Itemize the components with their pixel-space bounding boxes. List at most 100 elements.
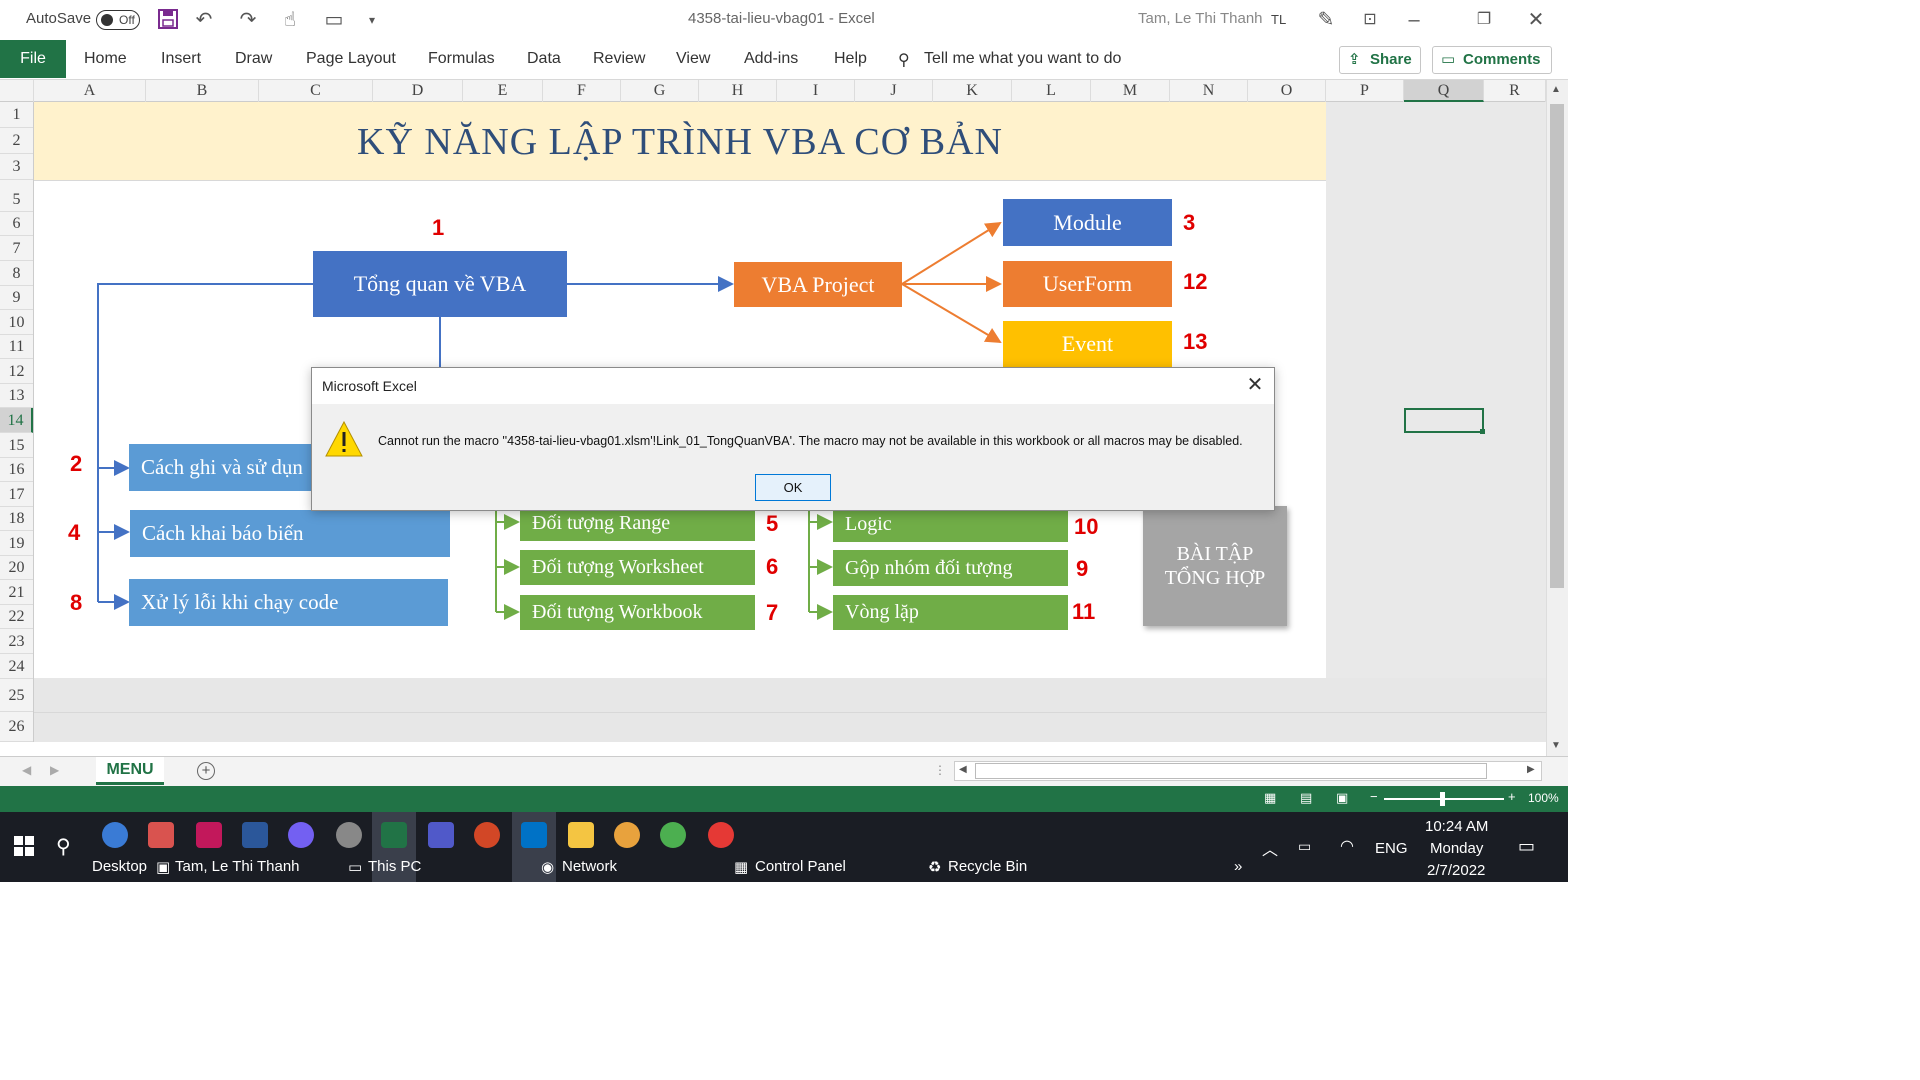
chrome-icon[interactable] (708, 822, 734, 848)
scroll-down-icon[interactable]: ▼ (1551, 740, 1561, 751)
column-header[interactable]: O (1248, 80, 1326, 102)
zoom-slider-thumb[interactable] (1440, 792, 1445, 806)
row-header[interactable]: 13 (0, 384, 33, 408)
share-button[interactable]: ⇪ Share (1339, 46, 1421, 74)
zoom-out-icon[interactable]: − (1370, 789, 1378, 804)
column-header[interactable]: E (463, 80, 543, 102)
row-header[interactable]: 20 (0, 556, 33, 580)
recycle-bin-icon[interactable]: ♻ (928, 858, 941, 876)
search-icon[interactable]: ⚲ (56, 834, 71, 859)
row-header[interactable]: 6 (0, 212, 33, 236)
tab-home[interactable]: Home (84, 50, 127, 68)
row-header[interactable]: 24 (0, 654, 33, 679)
powerpoint-icon[interactable] (474, 822, 500, 848)
desktop-item-this-pc[interactable]: This PC (368, 858, 421, 875)
network-icon[interactable]: ◉ (541, 858, 554, 876)
tab-review[interactable]: Review (593, 50, 645, 68)
tab-insert[interactable]: Insert (161, 50, 201, 68)
pen-icon[interactable]: ✎ (1314, 8, 1338, 32)
row-header[interactable]: 21 (0, 580, 33, 605)
slack-icon[interactable] (196, 822, 222, 848)
row-header[interactable]: 18 (0, 507, 33, 531)
declare-variable-box[interactable]: Cách khai báo biến (130, 510, 450, 557)
notifications-icon[interactable]: ▭ (1518, 836, 1535, 857)
selected-cell[interactable] (1404, 408, 1484, 433)
add-sheet-icon[interactable]: + (197, 762, 215, 780)
presentation-icon[interactable]: ▭ (322, 8, 346, 32)
row-header[interactable]: 16 (0, 458, 33, 482)
logic-box[interactable]: Logic (833, 506, 1068, 542)
word-icon[interactable] (242, 822, 268, 848)
tab-draw[interactable]: Draw (235, 50, 272, 68)
excel-icon[interactable] (381, 822, 407, 848)
control-panel-icon[interactable]: ▦ (734, 858, 748, 876)
touch-mode-icon[interactable]: ☝ (278, 8, 302, 32)
page-layout-view-icon[interactable]: ▤ (1300, 790, 1312, 806)
column-header[interactable]: L (1012, 80, 1091, 102)
row-header[interactable]: 11 (0, 335, 33, 359)
module-box[interactable]: Module (1003, 199, 1172, 246)
userform-box[interactable]: UserForm (1003, 261, 1172, 307)
next-sheet-icon[interactable]: ▶ (50, 763, 59, 777)
split-handle-icon[interactable]: ⋮ (934, 763, 946, 777)
column-header[interactable]: K (933, 80, 1012, 102)
row-header[interactable]: 26 (0, 712, 33, 742)
app-icon[interactable] (614, 822, 640, 848)
redo-icon[interactable]: ↷ (236, 8, 260, 32)
desktop-item-control-panel[interactable]: Control Panel (755, 858, 846, 875)
desktop-item-recycle-bin[interactable]: Recycle Bin (948, 858, 1027, 875)
empty-cells-area[interactable] (1326, 102, 1546, 678)
column-header[interactable]: A (34, 80, 146, 102)
tray-expand-icon[interactable]: ︿ (1262, 836, 1278, 860)
snip-icon[interactable] (148, 822, 174, 848)
row-header-selected[interactable]: 14 (0, 408, 33, 433)
column-header[interactable]: J (855, 80, 933, 102)
row-header[interactable]: 15 (0, 433, 33, 458)
user-folder-icon[interactable]: ▣ (156, 858, 170, 876)
row-header[interactable]: 19 (0, 531, 33, 556)
edge-icon[interactable] (102, 822, 128, 848)
restore-icon[interactable]: ❐ (1472, 8, 1496, 32)
lightbulb-search-icon[interactable]: ⚲ (898, 50, 910, 70)
scroll-up-icon[interactable]: ▲ (1551, 84, 1561, 95)
column-header[interactable]: F (543, 80, 621, 102)
more-items-icon[interactable]: » (1234, 858, 1242, 875)
desktop-item-user[interactable]: Tam, Le Thi Thanh (175, 858, 300, 875)
error-handling-box[interactable]: Xử lý lỗi khi chạy code (129, 579, 448, 626)
windows-start-icon[interactable] (14, 836, 34, 856)
scroll-right-icon[interactable]: ▶ (1527, 764, 1535, 775)
scroll-thumb[interactable] (1550, 104, 1564, 588)
tab-add-ins[interactable]: Add-ins (744, 50, 798, 68)
column-header[interactable]: N (1170, 80, 1248, 102)
app-icon[interactable] (336, 822, 362, 848)
scroll-left-icon[interactable]: ◀ (959, 764, 967, 775)
loop-box[interactable]: Vòng lặp (833, 595, 1068, 630)
worksheet-object-box[interactable]: Đối tượng Worksheet (520, 550, 755, 585)
user-name[interactable]: Tam, Le Thi Thanh (1138, 10, 1263, 27)
column-header[interactable]: B (146, 80, 259, 102)
prev-sheet-icon[interactable]: ◀ (22, 763, 31, 777)
column-header[interactable]: I (777, 80, 855, 102)
tell-me-box[interactable]: Tell me what you want to do (924, 50, 1121, 68)
teams-icon[interactable] (428, 822, 454, 848)
ok-button[interactable]: OK (755, 474, 831, 501)
tab-help[interactable]: Help (834, 50, 867, 68)
file-explorer-icon[interactable] (568, 822, 594, 848)
user-initials[interactable]: TL (1271, 12, 1286, 27)
tab-formulas[interactable]: Formulas (428, 50, 495, 68)
wifi-icon[interactable]: ◠ (1340, 836, 1354, 856)
row-header[interactable]: 23 (0, 629, 33, 654)
tab-data[interactable]: Data (527, 50, 561, 68)
this-pc-icon[interactable]: ▭ (348, 858, 362, 876)
tab-file[interactable]: File (0, 40, 66, 78)
row-header[interactable]: 1 (0, 102, 33, 128)
empty-cells-area[interactable] (34, 678, 1546, 742)
autosave-toggle[interactable]: Off (96, 10, 140, 30)
customize-toolbar-icon[interactable]: ▾ (360, 8, 384, 32)
tab-page-layout[interactable]: Page Layout (306, 50, 396, 68)
tab-view[interactable]: View (676, 50, 710, 68)
row-header[interactable]: 3 (0, 154, 33, 180)
fill-handle[interactable] (1480, 429, 1485, 434)
zoom-level[interactable]: 100% (1528, 791, 1559, 805)
column-header-selected[interactable]: Q (1404, 80, 1484, 102)
